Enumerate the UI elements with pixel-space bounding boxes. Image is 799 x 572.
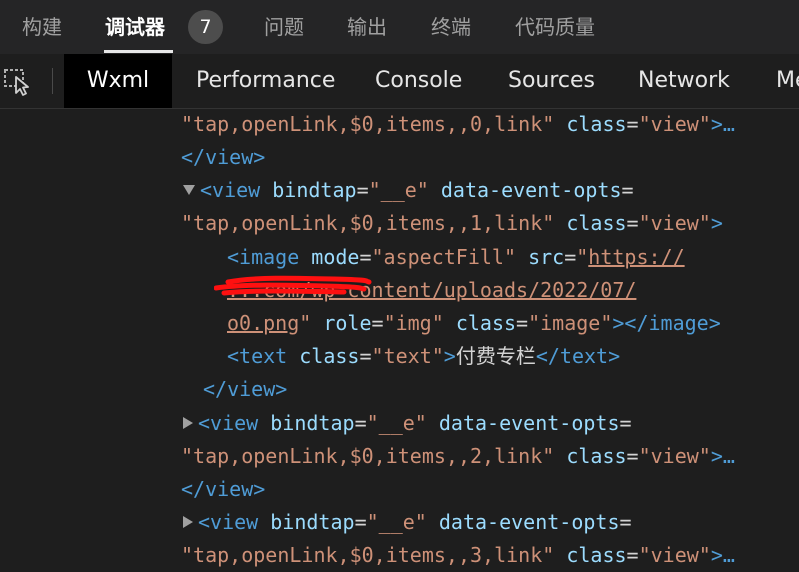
collapse-triangle-icon[interactable] — [183, 185, 195, 195]
code-line[interactable]: </view> — [181, 141, 265, 174]
inspect-element-button[interactable] — [0, 54, 40, 108]
image-src-link[interactable]: o0.png — [227, 311, 299, 335]
expand-triangle-icon[interactable] — [183, 417, 193, 429]
tab-terminal[interactable]: 终端 — [431, 0, 471, 54]
tab-performance[interactable]: Performance — [196, 54, 335, 108]
tab-code-quality[interactable]: 代码质量 — [515, 0, 595, 54]
wxml-tree: "tap,openLink,$0,items,,0,link" class="v… — [0, 108, 799, 567]
code-line[interactable]: </view> — [203, 373, 287, 406]
code-line[interactable]: <view bindtap="__e" data-event-opts= — [183, 174, 634, 207]
code-line[interactable]: "tap,openLink,$0,items,,2,link" class="v… — [181, 440, 735, 473]
tab-debugger[interactable]: 调试器 — [105, 0, 165, 54]
expand-triangle-icon[interactable] — [183, 516, 193, 528]
tab-console[interactable]: Console — [375, 54, 462, 108]
tab-problems[interactable]: 问题 — [264, 0, 304, 54]
redaction-scribble — [214, 275, 372, 296]
code-line[interactable]: <view bindtap="__e" data-event-opts= — [183, 506, 632, 539]
tab-wxml[interactable]: Wxml — [64, 54, 172, 108]
inspect-cursor-icon — [4, 69, 29, 96]
devtools-tab-bar: Wxml Performance Console Sources Network… — [0, 54, 799, 109]
debugger-count-badge: 7 — [188, 10, 223, 44]
tab-network[interactable]: Network — [638, 54, 730, 108]
tab-sources[interactable]: Sources — [508, 54, 595, 108]
tab-output[interactable]: 输出 — [347, 0, 387, 54]
panel-tab-bar: 构建 调试器 7 问题 输出 终端 代码质量 — [0, 0, 799, 54]
active-tab-indicator — [104, 50, 173, 53]
code-line[interactable]: <view bindtap="__e" data-event-opts= — [183, 407, 632, 440]
image-src-link[interactable]: https:// — [588, 245, 684, 269]
tab-build[interactable]: 构建 — [22, 0, 62, 54]
code-line[interactable]: </view> — [181, 473, 265, 506]
code-line[interactable]: o0.png" role="img" class="image"></image… — [227, 307, 721, 340]
code-line[interactable]: <text class="text">付费专栏</text> — [227, 340, 620, 373]
code-line[interactable]: "tap,openLink,$0,items,,1,link" class="v… — [181, 207, 723, 240]
code-line[interactable]: "tap,openLink,$0,items,,0,link" class="v… — [181, 108, 735, 141]
code-line[interactable]: <image mode="aspectFill" src="https:// — [227, 241, 685, 274]
text-content: 付费专栏 — [455, 344, 536, 368]
code-line[interactable]: "tap,openLink,$0,items,,3,link" class="v… — [181, 539, 735, 572]
toolbar-divider — [52, 68, 53, 94]
tab-more[interactable]: Me — [776, 54, 799, 108]
